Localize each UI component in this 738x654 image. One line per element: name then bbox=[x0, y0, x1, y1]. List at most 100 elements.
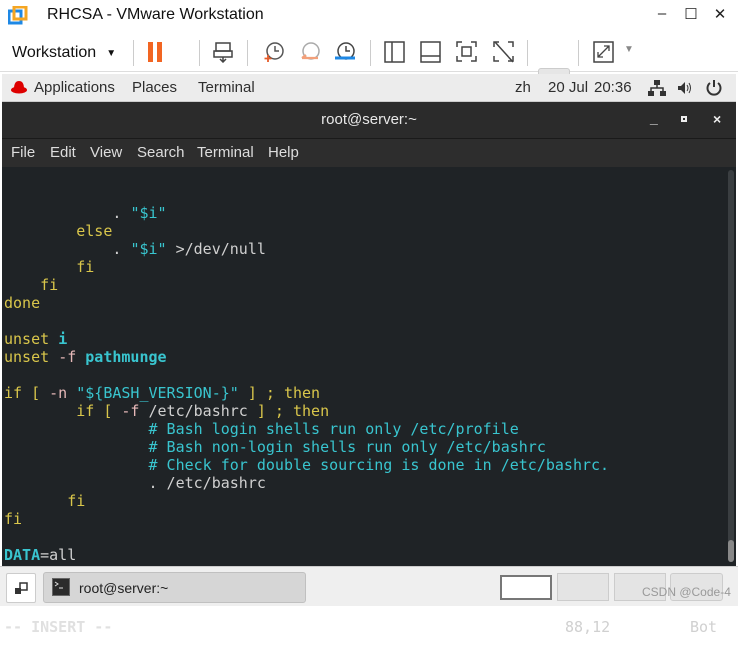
places-menu[interactable]: Places bbox=[132, 79, 177, 96]
unity-icon[interactable] bbox=[493, 41, 515, 63]
code-line: fi bbox=[4, 510, 736, 528]
code-token: -f bbox=[121, 402, 149, 420]
vmware-toolbar: Workstation ▼ ▼ ▼ bbox=[0, 32, 738, 100]
terminal-maximize-button[interactable] bbox=[681, 116, 687, 122]
send-ctrl-alt-del-icon[interactable] bbox=[213, 41, 235, 63]
terminal-menubar: File Edit View Search Terminal Help bbox=[2, 139, 736, 167]
applications-menu[interactable]: Applications bbox=[34, 79, 115, 96]
stretch-icon[interactable] bbox=[593, 41, 615, 63]
code-token: "${BASH_VERSION-}" bbox=[76, 384, 239, 402]
menu-file[interactable]: File bbox=[11, 144, 35, 161]
workspace-2[interactable] bbox=[557, 573, 609, 601]
scrollbar-thumb[interactable] bbox=[728, 540, 734, 562]
code-token: . bbox=[4, 240, 131, 258]
menu-view[interactable]: View bbox=[90, 144, 122, 161]
volume-icon[interactable] bbox=[678, 81, 692, 95]
terminal-content[interactable]: . "$i" else . "$i" >/dev/null fi fi done u… bbox=[2, 167, 736, 636]
code-token: "$i" bbox=[130, 204, 167, 222]
code-token: -f bbox=[58, 348, 86, 366]
menu-help[interactable]: Help bbox=[268, 144, 299, 161]
code-token: i bbox=[58, 330, 68, 348]
fullscreen-icon[interactable] bbox=[456, 41, 478, 63]
code-token: # Bash login shells run only /etc/profil… bbox=[4, 420, 519, 438]
code-line: unset -f pathmunge bbox=[4, 348, 736, 366]
window-titlebar: RHCSA - VMware Workstation – ☐ ✕ bbox=[0, 0, 738, 32]
gnome-top-bar: Applications Places Terminal zh 20 Jul 2… bbox=[2, 74, 736, 102]
code-token: fi bbox=[4, 492, 86, 510]
maximize-button[interactable]: ☐ bbox=[681, 5, 701, 23]
divider bbox=[133, 40, 134, 66]
code-line: fi bbox=[4, 492, 736, 510]
code-line: # Bash login shells run only /etc/profil… bbox=[4, 420, 736, 438]
code-token: /etc/bashrc bbox=[148, 402, 248, 420]
snapshot-manager-icon[interactable] bbox=[334, 41, 356, 63]
clock-time[interactable]: 20:36 bbox=[594, 79, 632, 96]
terminal-icon bbox=[52, 578, 70, 596]
input-language[interactable]: zh bbox=[515, 79, 531, 96]
divider bbox=[199, 40, 200, 66]
divider bbox=[247, 40, 248, 66]
window-title: RHCSA - VMware Workstation bbox=[47, 6, 264, 23]
scroll-position: Bot bbox=[690, 618, 718, 636]
minimize-button[interactable]: – bbox=[652, 5, 672, 22]
workstation-label: Workstation bbox=[12, 44, 97, 61]
code-token: if [ bbox=[4, 384, 50, 402]
workstation-menu[interactable]: Workstation ▼ bbox=[12, 40, 116, 66]
code-token: done bbox=[4, 294, 41, 312]
snapshot-icon[interactable] bbox=[263, 41, 285, 63]
menu-terminal[interactable]: Terminal bbox=[197, 144, 254, 161]
library-view-icon[interactable] bbox=[384, 41, 406, 63]
terminal-close-button[interactable]: × bbox=[713, 111, 721, 127]
workspace-1[interactable] bbox=[500, 575, 552, 600]
code-token: . bbox=[4, 204, 131, 222]
vim-status-line: -- INSERT -- 88,12 Bot bbox=[4, 618, 736, 636]
show-desktop-icon bbox=[15, 582, 28, 594]
divider bbox=[370, 40, 371, 66]
code-token: ] ; then bbox=[238, 384, 321, 402]
terminal-minimize-button[interactable]: _ bbox=[650, 110, 658, 126]
code-line: fi bbox=[4, 276, 736, 294]
code-token: unset bbox=[4, 330, 59, 348]
code-token: # Bash non-login shells run only /etc/ba… bbox=[4, 438, 546, 456]
network-icon[interactable] bbox=[648, 80, 666, 96]
vim-buffer: . "$i" else . "$i" >/dev/null fi fi done u… bbox=[4, 204, 736, 582]
code-token: -n bbox=[49, 384, 77, 402]
code-line: fi bbox=[4, 258, 736, 276]
power-icon[interactable] bbox=[706, 79, 722, 96]
vmware-logo-icon bbox=[8, 6, 28, 25]
code-line: # Bash non-login shells run only /etc/ba… bbox=[4, 438, 736, 456]
code-line: if [ -f /etc/bashrc ] ; then bbox=[4, 402, 736, 420]
show-desktop-button[interactable] bbox=[6, 573, 36, 603]
chevron-down-icon[interactable]: ▼ bbox=[624, 44, 634, 55]
thumbnail-view-icon[interactable] bbox=[420, 41, 442, 63]
code-token: fi bbox=[4, 258, 95, 276]
chevron-down-icon: ▼ bbox=[106, 47, 117, 59]
pause-icon[interactable] bbox=[146, 41, 168, 63]
code-line: . /etc/bashrc bbox=[4, 474, 736, 492]
close-button[interactable]: ✕ bbox=[710, 5, 730, 23]
terminal-title: root@server:~ bbox=[321, 111, 417, 128]
code-token: . /etc/bashrc bbox=[4, 474, 266, 492]
taskbar-window-label: root@server:~ bbox=[79, 580, 169, 596]
bottom-taskbar: root@server:~ CSDN @Code-4 bbox=[0, 566, 738, 606]
menu-edit[interactable]: Edit bbox=[50, 144, 76, 161]
code-line: # Check for double sourcing is done in /… bbox=[4, 456, 736, 474]
code-token: else bbox=[4, 222, 113, 240]
menu-search[interactable]: Search bbox=[137, 144, 185, 161]
taskbar-window-button[interactable]: root@server:~ bbox=[43, 572, 306, 603]
terminal-app-menu[interactable]: Terminal bbox=[198, 79, 255, 96]
code-line: else bbox=[4, 222, 736, 240]
code-token: >/dev/null bbox=[166, 240, 266, 258]
code-token: =all bbox=[40, 546, 77, 564]
scrollbar-track[interactable] bbox=[728, 170, 734, 562]
revert-snapshot-icon[interactable] bbox=[299, 41, 321, 63]
code-line: if [ -n "${BASH_VERSION-}" ] ; then bbox=[4, 384, 736, 402]
clock-date[interactable]: 20 Jul bbox=[548, 79, 588, 96]
terminal-headerbar: root@server:~ _ × bbox=[2, 102, 736, 139]
code-line: DATA=all bbox=[4, 546, 736, 564]
divider bbox=[578, 40, 579, 66]
code-token: ] ; then bbox=[247, 402, 330, 420]
